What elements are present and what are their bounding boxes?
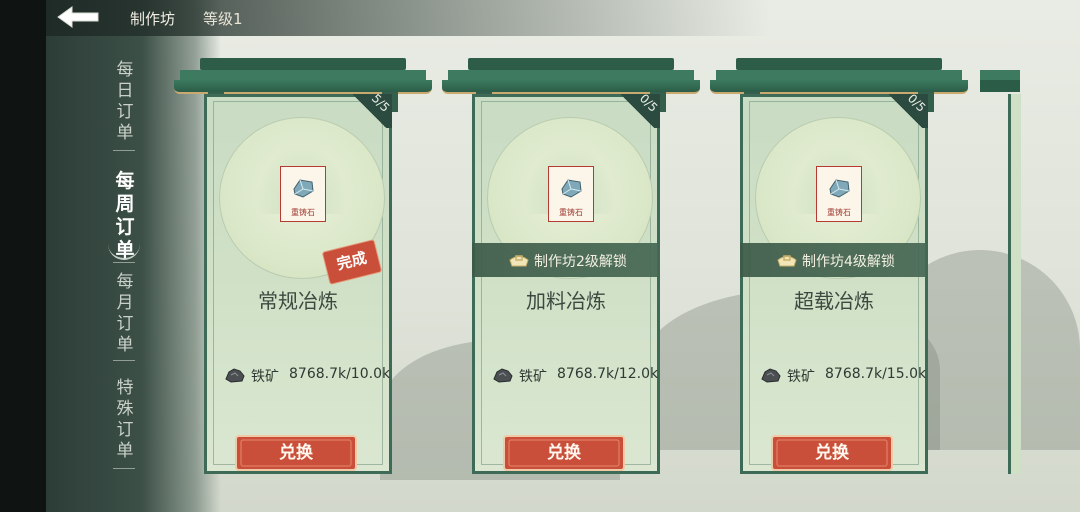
count-badge: 0/5 (614, 91, 661, 128)
tab-monthly-orders[interactable]: 每月订单 (112, 272, 138, 356)
count-text: 5/5 (368, 91, 393, 115)
count-badge: 5/5 (346, 91, 393, 128)
redeem-label: 兑换 (547, 443, 581, 463)
card-body: 5/5 重铸石 完成 常规冶炼 铁矿 8768.7k/10.0k 兑换 (204, 91, 393, 474)
order-card: 0/5 重铸石 制作坊2级解锁 加料冶炼 铁矿 8768.7k/12.0k 兑换 (442, 58, 700, 478)
redeem-label: 兑换 (815, 443, 849, 463)
order-title: 常规冶炼 (258, 289, 338, 313)
iron-ore-icon (493, 368, 513, 383)
iron-ore-icon (761, 368, 781, 383)
card-body: 0/5 重铸石 制作坊2级解锁 加料冶炼 铁矿 8768.7k/12.0k 兑换 (472, 91, 661, 474)
recast-stone-icon (561, 179, 582, 198)
tab-divider (113, 360, 135, 362)
redeem-button[interactable]: 兑换 (235, 435, 357, 471)
top-bar (46, 0, 1080, 36)
unlock-requirement-text: 制作坊4级解锁 (802, 254, 895, 270)
count-text: 0/5 (904, 91, 929, 115)
item-name: 重铸石 (827, 208, 851, 217)
reward-item[interactable]: 重铸石 (816, 166, 862, 222)
cost-amount: 8768.7k/10.0k (289, 366, 391, 382)
item-name: 重铸石 (559, 208, 583, 217)
cost-resource-label: 铁矿 (787, 369, 815, 385)
next-card-peek (980, 58, 1080, 478)
recast-stone-icon (293, 179, 314, 198)
count-text: 0/5 (636, 91, 661, 115)
screen-edge-shade (0, 0, 46, 512)
tab-divider (113, 468, 135, 470)
order-card: 5/5 重铸石 完成 常规冶炼 铁矿 8768.7k/10.0k 兑换 (174, 58, 432, 478)
workshop-level: 等级1 (203, 10, 243, 28)
tab-special-orders[interactable]: 特殊订单 (112, 378, 138, 462)
roof-top (200, 58, 406, 70)
order-title: 超载冶炼 (794, 289, 874, 313)
tab-label: 每日订单 (116, 60, 134, 143)
roof-top (468, 58, 674, 70)
lock-icon (777, 255, 797, 267)
page-title: 制作坊 (130, 10, 176, 28)
reward-item[interactable]: 重铸石 (548, 166, 594, 222)
order-title: 加料冶炼 (526, 289, 606, 313)
unlock-requirement-bar: 制作坊4级解锁 (740, 243, 928, 277)
tab-divider (113, 262, 135, 264)
cost-amount: 8768.7k/12.0k (557, 366, 659, 382)
count-badge: 0/5 (882, 91, 929, 128)
item-name: 重铸石 (291, 208, 315, 217)
unlock-requirement-bar: 制作坊2级解锁 (472, 243, 660, 277)
redeem-label: 兑换 (279, 443, 313, 463)
tab-label: 特殊订单 (116, 378, 134, 461)
tab-label: 每月订单 (116, 272, 134, 355)
cost-amount: 8768.7k/15.0k (825, 366, 927, 382)
back-button[interactable] (56, 4, 100, 30)
order-card: 0/5 重铸石 制作坊4级解锁 超载冶炼 铁矿 8768.7k/15.0k 兑换 (710, 58, 968, 478)
card-body: 0/5 重铸石 制作坊4级解锁 超载冶炼 铁矿 8768.7k/15.0k 兑换 (740, 91, 929, 474)
reward-item[interactable]: 重铸石 (280, 166, 326, 222)
tab-daily-orders[interactable]: 每日订单 (112, 60, 138, 144)
cost-resource-label: 铁矿 (251, 369, 279, 385)
tab-divider (113, 150, 135, 152)
cost-resource-label: 铁矿 (519, 369, 547, 385)
iron-ore-icon (225, 368, 245, 383)
recast-stone-icon (829, 179, 850, 198)
back-arrow-icon (57, 6, 99, 28)
roof-top (736, 58, 942, 70)
redeem-button[interactable]: 兑换 (771, 435, 893, 471)
redeem-button[interactable]: 兑换 (503, 435, 625, 471)
unlock-requirement-text: 制作坊2级解锁 (534, 254, 627, 270)
lock-icon (509, 255, 529, 267)
